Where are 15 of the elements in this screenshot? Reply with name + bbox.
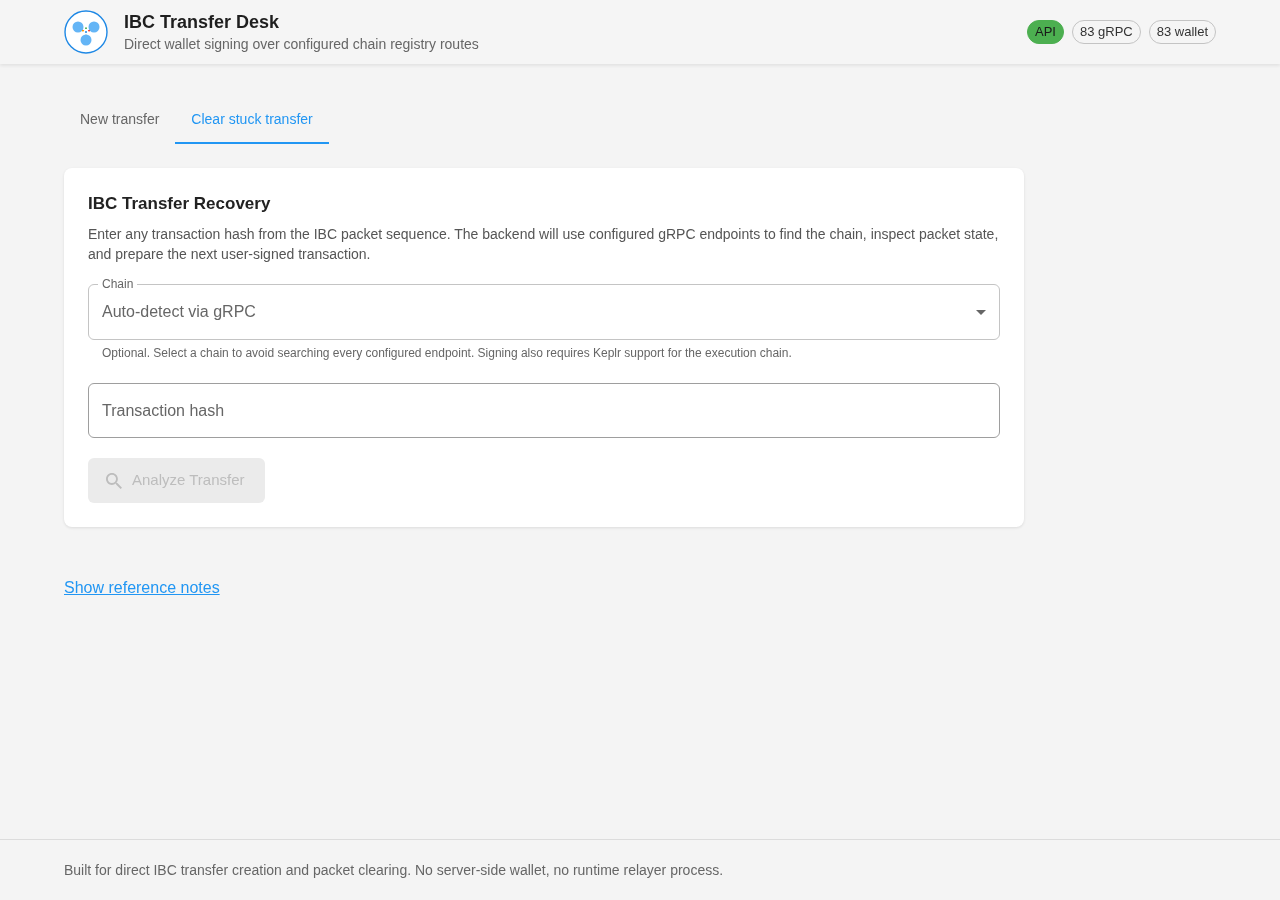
logo-icon <box>64 10 108 54</box>
app-subtitle: Direct wallet signing over configured chain registry routes <box>124 35 479 54</box>
tab[interactable]: Clear stuck transfer <box>175 96 329 144</box>
footer-text: Built for direct IBC transfer creation and packet clearing. No server-side wallet, no runtime relayer process. <box>64 861 724 880</box>
search-icon <box>106 472 122 489</box>
transaction-hash-field[interactable]: Transaction hash <box>88 383 1000 438</box>
card-description: Enter any transaction hash from the IBC packet sequence. The backend will use configured gRPC endpoints to find the chain, inspect packet state, and prepare the next user-signed transaction. <box>88 225 1000 264</box>
caret-icon <box>976 309 986 315</box>
tab[interactable]: New transfer <box>64 96 176 144</box>
status-badge: API <box>1026 20 1064 44</box>
card-title: IBC Transfer Recovery <box>88 193 272 215</box>
reference-notes-link[interactable]: Show reference notes <box>64 578 220 598</box>
app-title: IBC Transfer Desk <box>124 11 281 34</box>
select-value: Auto-detect via gRPC <box>102 302 256 322</box>
helper-text: Optional. Select a chain to avoid searching every configured endpoint. Signing also requires Keplr support for the execution chain. <box>102 345 793 362</box>
